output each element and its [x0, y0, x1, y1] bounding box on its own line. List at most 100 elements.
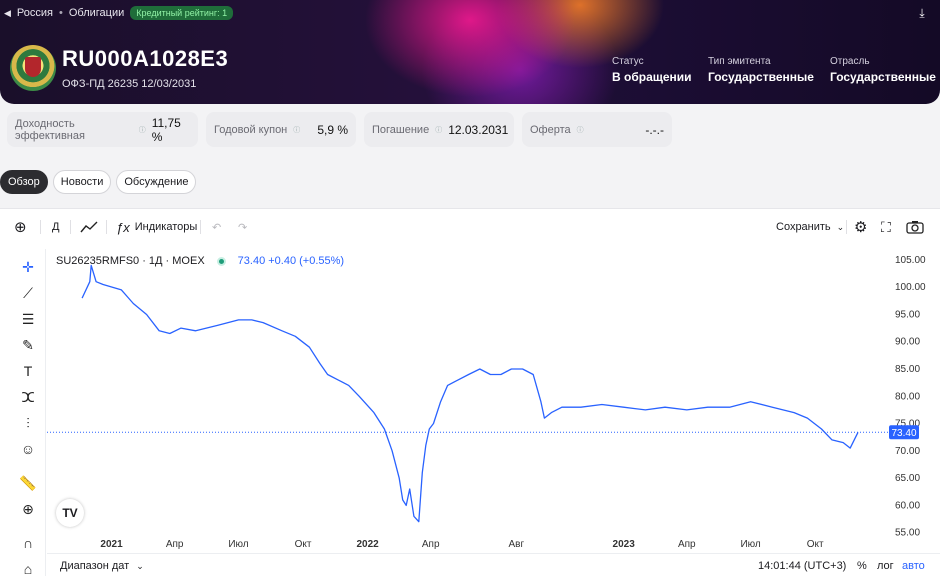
y-axis-tick-label: 100.00 — [895, 282, 926, 293]
camera-icon[interactable] — [906, 218, 924, 236]
clock-timezone[interactable]: 14:01:44 (UTC+3) — [758, 560, 846, 572]
chart-toolbar: ⊕ Д ƒx Индикаторы ↶ ↷ Сохранить ⌄ ⚙ ⛶ — [0, 209, 940, 245]
breadcrumb: ◀ Россия • Облигации Кредитный рейтинг: … — [4, 6, 234, 20]
crosshair-icon[interactable]: ✛ — [16, 257, 40, 277]
chevron-left-icon[interactable]: ◀ — [4, 8, 11, 19]
toolbar-divider — [106, 220, 107, 234]
settings-gear-icon[interactable]: ⚙ — [854, 218, 867, 236]
chart-style-icon[interactable] — [80, 218, 98, 236]
info-icon[interactable]: ⓘ — [577, 125, 584, 135]
breadcrumb-section[interactable]: Облигации — [69, 7, 124, 19]
info-icon[interactable]: ⓘ — [139, 125, 146, 135]
lock-drawings-icon[interactable]: ⌂ — [16, 559, 40, 576]
bond-ticker: RU000A1028E3 — [62, 46, 229, 71]
brush-icon[interactable]: ✎ — [16, 335, 40, 355]
meta-status-label: Статус — [612, 56, 644, 67]
magnet-icon[interactable]: ∩ — [16, 533, 40, 553]
redo-icon[interactable]: ↷ — [238, 218, 247, 236]
x-axis-tick-label: Окт — [807, 539, 824, 550]
stat-cards: Доходность эффективная ⓘ 11,75 % Годовой… — [7, 112, 672, 147]
x-axis-tick-label: Окт — [295, 539, 312, 550]
y-axis-tick-label: 55.00 — [895, 528, 920, 539]
undo-icon[interactable]: ↶ — [212, 218, 221, 236]
stat-offer-label: Оферта — [530, 123, 571, 136]
stat-coupon-label: Годовой купон — [214, 123, 288, 136]
log-scale-toggle[interactable]: лог — [877, 560, 894, 572]
info-icon[interactable]: ⓘ — [293, 125, 300, 135]
x-axis-tick-label: Апр — [166, 539, 184, 550]
x-axis-tick-label: 2023 — [613, 539, 636, 550]
y-axis-tick-label: 80.00 — [895, 391, 920, 402]
chevron-down-icon: ⌄ — [836, 221, 845, 232]
tab-discussion[interactable]: Обсуждение — [116, 170, 197, 194]
x-axis-tick-label: Апр — [678, 539, 696, 550]
meta-issuer-type-label: Тип эмитента — [708, 56, 771, 67]
add-symbol-icon[interactable]: ⊕ — [14, 218, 27, 236]
tab-news[interactable]: Новости — [52, 170, 112, 194]
fib-levels-icon[interactable]: ☰ — [16, 309, 40, 329]
x-axis-tick-label: Апр — [422, 539, 440, 550]
stat-yield: Доходность эффективная ⓘ 11,75 % — [7, 112, 198, 147]
drawing-tools-sidebar: ✛ ⟋ ☰ ✎ T ⵋ ⫶ ☺ 📏 ⊕ ∩ ⌂ — [0, 249, 46, 576]
section-tabs: Обзор Новости Обсуждение — [0, 170, 197, 194]
info-icon[interactable]: ⓘ — [435, 125, 442, 135]
stat-maturity: Погашение ⓘ 12.03.2031 — [364, 112, 514, 147]
line-chart-icon — [80, 221, 98, 233]
x-axis-tick-label: Авг — [508, 539, 524, 550]
x-axis-tick-label: 2021 — [100, 539, 123, 550]
date-range-label: Диапазон дат — [60, 560, 130, 572]
chart-widget: ⊕ Д ƒx Индикаторы ↶ ↷ Сохранить ⌄ ⚙ ⛶ ✛ … — [0, 208, 940, 576]
stat-offer-value: -.-.- — [645, 122, 664, 137]
toolbar-divider — [200, 220, 201, 234]
indicators-label: Индикаторы — [134, 221, 198, 233]
trendline-icon[interactable]: ⟋ — [16, 283, 40, 303]
download-icon[interactable]: ⤓ — [914, 6, 930, 22]
indicators-button[interactable]: ƒx Индикаторы — [116, 218, 197, 236]
forecast-icon[interactable]: ⫶ — [16, 413, 40, 433]
last-price-label: 73.40 — [891, 428, 916, 439]
pattern-icon[interactable]: ⵋ — [16, 387, 40, 407]
stat-coupon: Годовой купон ⓘ 5,9 % — [206, 112, 356, 147]
tradingview-logo[interactable]: TV — [56, 499, 84, 527]
stat-maturity-label: Погашение — [372, 123, 430, 136]
interval-button[interactable]: Д — [52, 218, 59, 236]
toolbar-divider — [70, 220, 71, 234]
zoom-in-icon[interactable]: ⊕ — [16, 499, 40, 519]
y-axis-tick-label: 90.00 — [895, 337, 920, 348]
screenshot-camera-icon — [906, 221, 924, 234]
issuer-emblem-logo — [10, 45, 56, 91]
save-button[interactable]: Сохранить ⌄ — [776, 218, 844, 236]
text-tool-icon[interactable]: T — [16, 361, 40, 381]
price-series-line — [81, 264, 859, 523]
function-icon: ƒx — [116, 219, 130, 235]
price-chart[interactable]: 105.00100.0095.0090.0085.0080.0075.0070.… — [47, 249, 940, 553]
fullscreen-icon[interactable]: ⛶ — [881, 218, 891, 236]
ruler-icon[interactable]: 📏 — [16, 473, 40, 493]
tab-overview[interactable]: Обзор — [0, 170, 48, 194]
credit-rating-badge[interactable]: Кредитный рейтинг: 1 — [130, 6, 234, 20]
stat-offer: Оферта ⓘ -.-.- — [522, 112, 672, 147]
chart-bottom-bar: Диапазон дат ⌄ 14:01:44 (UTC+3) % лог ав… — [47, 553, 940, 576]
y-axis-tick-label: 65.00 — [895, 473, 920, 484]
bond-name: ОФЗ-ПД 26235 12/03/2031 — [62, 78, 197, 90]
y-axis-tick-label: 70.00 — [895, 446, 920, 457]
breadcrumb-country[interactable]: Россия — [17, 7, 53, 19]
x-axis-tick-label: Июл — [740, 539, 760, 550]
auto-scale-toggle[interactable]: авто — [902, 560, 925, 572]
emoji-icon[interactable]: ☺ — [16, 439, 40, 459]
meta-industry-label: Отрасль — [830, 56, 870, 67]
y-axis-tick-label: 105.00 — [895, 255, 926, 266]
x-axis-tick-label: 2022 — [356, 539, 379, 550]
percent-scale-toggle[interactable]: % — [857, 560, 867, 572]
chevron-down-icon: ⌄ — [136, 561, 144, 571]
x-axis-tick-label: Июл — [228, 539, 248, 550]
date-range-button[interactable]: Диапазон дат ⌄ — [60, 560, 144, 572]
stat-yield-label: Доходность эффективная — [15, 117, 85, 142]
meta-issuer-type: Тип эмитента Государственные — [708, 56, 814, 84]
meta-industry-value: Государственные — [830, 70, 936, 84]
y-axis-tick-label: 85.00 — [895, 364, 920, 375]
stat-maturity-value: 12.03.2031 — [448, 122, 509, 137]
y-axis-tick-label: 60.00 — [895, 500, 920, 511]
bond-header: ◀ Россия • Облигации Кредитный рейтинг: … — [0, 0, 940, 104]
breadcrumb-separator: • — [59, 7, 63, 19]
